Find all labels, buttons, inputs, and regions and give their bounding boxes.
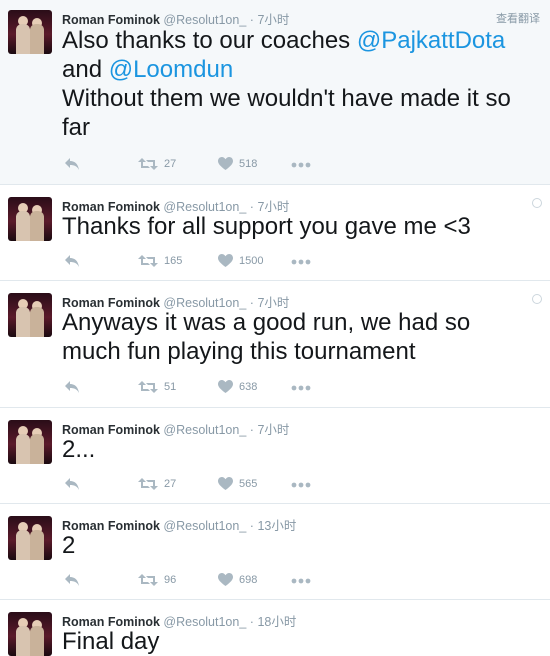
mention-link[interactable]: @PajkattDota	[357, 27, 505, 54]
retweet-button[interactable]: 27	[138, 477, 176, 491]
more-icon	[291, 482, 311, 488]
text-line: Thanks for all support you gave me <3	[62, 213, 471, 240]
retweet-icon	[138, 477, 158, 491]
like-icon	[218, 477, 233, 491]
like-button[interactable]: 565	[218, 477, 257, 491]
tweet: Roman Fominok @Resolut1on_ · 13小时 2 96 69…	[0, 504, 550, 600]
more-button[interactable]	[291, 259, 311, 265]
text-line: Anyways it was a good run, we had so	[62, 309, 471, 336]
more-icon	[291, 385, 311, 391]
tweet: Roman Fominok @Resolut1on_ · 18小时 Final …	[0, 600, 550, 656]
reply-icon	[64, 254, 80, 268]
text-line: Without them we wouldn't have made it so	[62, 85, 511, 112]
mention-link[interactable]: @Loomdun	[109, 56, 233, 83]
reply-icon	[64, 380, 80, 394]
translate-link[interactable]: 查看翻译	[496, 10, 540, 26]
avatar[interactable]	[8, 10, 52, 54]
author-handle[interactable]: @Resolut1on_	[163, 13, 246, 27]
retweet-icon	[138, 254, 158, 268]
tweet-text: Final day	[62, 627, 538, 656]
like-button[interactable]: 698	[218, 573, 257, 587]
avatar[interactable]	[8, 197, 52, 241]
tweet: Roman Fominok @Resolut1on_ · 7小时 Anyways…	[0, 281, 550, 408]
retweet-count: 51	[164, 381, 177, 393]
more-dot-icon[interactable]	[532, 294, 542, 304]
more-icon	[291, 259, 311, 265]
author-name[interactable]: Roman Fominok	[62, 13, 160, 27]
retweet-button[interactable]: 27	[138, 157, 176, 171]
more-button[interactable]	[291, 385, 311, 391]
like-count: 518	[239, 158, 258, 170]
more-dot-icon[interactable]	[532, 198, 542, 208]
more-button[interactable]	[291, 578, 311, 584]
tweet: Roman Fominok @Resolut1on_ · 7小时 Thanks …	[0, 185, 550, 281]
like-icon	[218, 157, 233, 171]
tweet-text: 2	[62, 531, 538, 560]
tweet-text: 2...	[62, 435, 538, 464]
reply-icon	[64, 477, 80, 491]
retweet-count: 27	[164, 478, 177, 490]
reply-button[interactable]	[64, 573, 80, 587]
avatar[interactable]	[8, 612, 52, 656]
retweet-count: 27	[164, 158, 177, 170]
like-count: 1500	[239, 255, 264, 267]
text-line: 2	[62, 532, 76, 559]
retweet-icon	[138, 157, 158, 171]
reply-icon	[64, 157, 80, 171]
like-count: 638	[239, 381, 258, 393]
reply-button[interactable]	[64, 254, 80, 268]
tweet-text: Anyways it was a good run, we had so muc…	[62, 308, 538, 366]
like-count: 698	[239, 574, 258, 586]
tweet: Roman Fominok @Resolut1on_ · 7小时 查看翻译 Al…	[0, 0, 550, 185]
like-button[interactable]: 1500	[218, 254, 263, 268]
retweet-button[interactable]: 51	[138, 380, 176, 394]
avatar[interactable]	[8, 293, 52, 337]
text-line: far	[62, 114, 91, 141]
retweet-count: 165	[164, 255, 183, 267]
reply-button[interactable]	[64, 157, 80, 171]
reply-icon	[64, 573, 80, 587]
retweet-button[interactable]: 96	[138, 573, 176, 587]
like-icon	[218, 254, 233, 268]
retweet-count: 96	[164, 574, 177, 586]
more-icon	[291, 162, 311, 168]
separator: ·	[249, 13, 254, 27]
like-count: 565	[239, 478, 258, 490]
text-line: much fun playing this tournament	[62, 338, 416, 365]
tweet-text: Thanks for all support you gave me <3	[62, 212, 538, 241]
text-line: 2...	[62, 436, 96, 463]
more-button[interactable]	[291, 482, 311, 488]
retweet-icon	[138, 573, 158, 587]
avatar[interactable]	[8, 420, 52, 464]
text-line: Final day	[62, 628, 160, 655]
tweet-text: Also thanks to our coaches @PajkattDota …	[62, 26, 538, 142]
retweet-icon	[138, 380, 158, 394]
like-icon	[218, 380, 233, 394]
like-icon	[218, 573, 233, 587]
more-button[interactable]	[291, 162, 311, 168]
like-button[interactable]: 638	[218, 380, 257, 394]
retweet-button[interactable]: 165	[138, 254, 182, 268]
like-button[interactable]: 518	[218, 157, 257, 171]
tweet-time[interactable]: 7小时	[257, 13, 289, 27]
text-line: and	[62, 56, 109, 83]
reply-button[interactable]	[64, 380, 80, 394]
avatar[interactable]	[8, 516, 52, 560]
reply-button[interactable]	[64, 477, 80, 491]
text-line: Also thanks to our coaches	[62, 27, 357, 54]
tweet: Roman Fominok @Resolut1on_ · 7小时 2... 27…	[0, 408, 550, 504]
more-icon	[291, 578, 311, 584]
